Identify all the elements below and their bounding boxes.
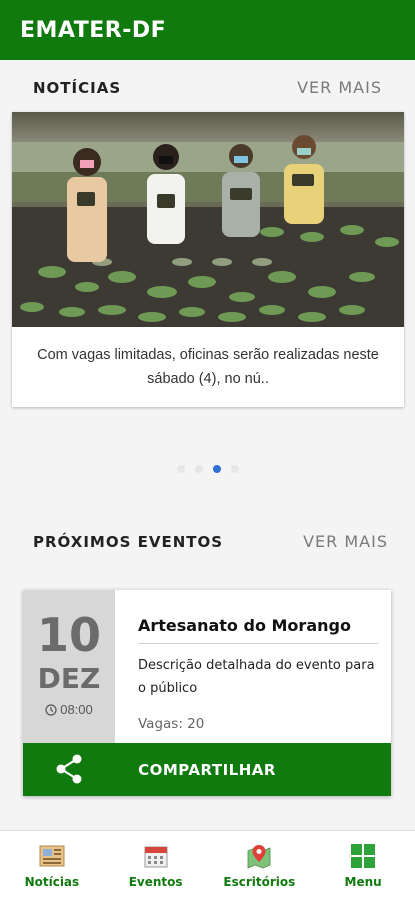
event-description: Descrição detalhada do evento para o púb… (138, 658, 375, 696)
news-caption: Com vagas limitadas, oficinas serão real… (37, 347, 379, 387)
nav-label: Notícias (24, 875, 80, 889)
events-see-more-link[interactable]: VER MAIS (303, 532, 388, 551)
calendar-icon (144, 846, 168, 868)
event-time: 08:00 (23, 702, 115, 717)
event-date-box: 10 DEZ 08:00 (23, 590, 115, 743)
bottom-nav: Notícias Eventos Escritórios Menu (0, 831, 415, 900)
nav-label: Menu (344, 875, 382, 889)
app-bar: EMATER-DF (0, 0, 415, 60)
event-time-label: 08:00 (60, 702, 93, 717)
nav-item-eventos[interactable]: Eventos (104, 831, 208, 900)
news-section-title: NOTÍCIAS (33, 78, 122, 97)
nav-item-menu[interactable]: Menu (311, 831, 415, 900)
share-button[interactable]: COMPARTILHAR (23, 743, 391, 796)
events-header: PRÓXIMOS EVENTOS VER MAIS (0, 532, 415, 551)
news-card[interactable]: Com vagas limitadas, oficinas serão real… (12, 112, 404, 407)
event-card[interactable]: 10 DEZ 08:00 Artesanato do Morango Descr… (23, 590, 391, 796)
news-photo (12, 112, 404, 327)
carousel-dot-active[interactable] (212, 465, 221, 473)
news-header: NOTÍCIAS VER MAIS (0, 78, 415, 97)
carousel-dot[interactable] (194, 465, 203, 473)
carousel-indicator (0, 465, 415, 473)
event-month: DEZ (37, 662, 101, 695)
carousel-dot[interactable] (176, 465, 185, 473)
map-pin-icon (247, 845, 271, 869)
event-day: 10 (36, 608, 101, 662)
clock-icon (45, 703, 57, 716)
event-title: Artesanato do Morango (138, 616, 378, 644)
events-section-title: PRÓXIMOS EVENTOS (33, 532, 224, 551)
event-details: Artesanato do Morango Descrição detalhad… (138, 590, 378, 743)
event-slots: Vagas: 20 (138, 716, 205, 732)
app-title: EMATER-DF (20, 17, 167, 43)
carousel-dot[interactable] (230, 465, 239, 473)
nav-item-escritorios[interactable]: Escritórios (208, 831, 312, 900)
grid-icon (351, 844, 376, 868)
nav-item-noticias[interactable]: Notícias (0, 831, 104, 900)
share-icon (56, 754, 82, 784)
news-see-more-link[interactable]: VER MAIS (297, 78, 382, 97)
nav-label: Escritórios (223, 875, 296, 889)
newspaper-icon (39, 845, 65, 867)
nav-label: Eventos (128, 875, 183, 889)
